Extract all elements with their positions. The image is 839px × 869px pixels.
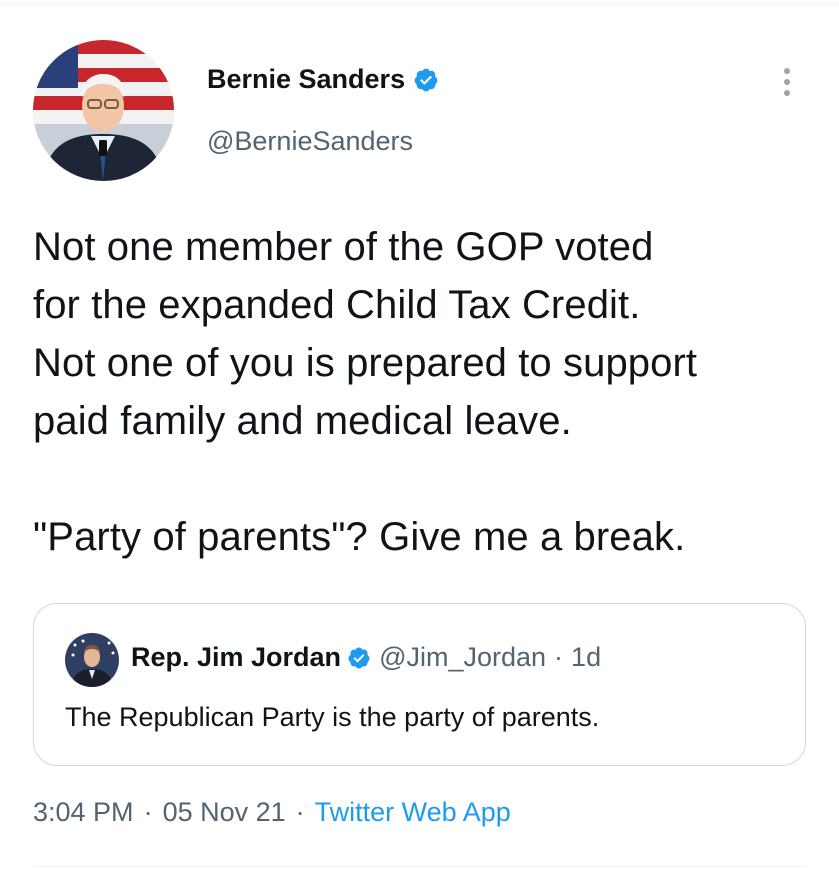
- bottom-divider: [33, 866, 806, 867]
- more-options-icon[interactable]: [776, 60, 798, 104]
- quoted-tweet[interactable]: Rep. Jim Jordan @Jim_Jordan · 1d The Rep…: [33, 603, 806, 766]
- tweet-date[interactable]: 05 Nov 21: [163, 797, 286, 828]
- avatar-image: [33, 40, 174, 181]
- quote-author-handle[interactable]: @Jim_Jordan: [379, 642, 546, 673]
- quote-header: Rep. Jim Jordan @Jim_Jordan · 1d: [131, 642, 601, 673]
- more-dot: [784, 79, 790, 85]
- author-avatar[interactable]: [33, 40, 174, 181]
- meta-separator: ·: [295, 797, 305, 827]
- top-divider: [0, 4, 839, 5]
- quote-avatar-image: [65, 633, 119, 687]
- meta-separator: ·: [143, 797, 153, 827]
- quote-text: The Republican Party is the party of par…: [65, 702, 600, 732]
- more-dot: [784, 68, 790, 74]
- verified-badge-icon: [414, 68, 438, 91]
- quote-separator: ·: [554, 642, 564, 672]
- tweet-text: Not one member of the GOP voted for the …: [33, 225, 698, 559]
- author-name-text[interactable]: Bernie Sanders: [207, 64, 405, 95]
- verified-badge-icon: [348, 647, 370, 668]
- tweet-source-link[interactable]: Twitter Web App: [315, 797, 511, 828]
- tweet-time[interactable]: 3:04 PM: [33, 797, 134, 828]
- quote-author-name[interactable]: Rep. Jim Jordan: [131, 642, 341, 673]
- tweet-meta: 3:04 PM · 05 Nov 21 · Twitter Web App: [33, 797, 511, 828]
- more-dot: [784, 90, 790, 96]
- quote-avatar[interactable]: [65, 633, 119, 687]
- quote-timestamp[interactable]: 1d: [571, 642, 601, 673]
- author-name[interactable]: Bernie Sanders: [207, 64, 439, 95]
- author-handle[interactable]: @BernieSanders: [207, 126, 413, 157]
